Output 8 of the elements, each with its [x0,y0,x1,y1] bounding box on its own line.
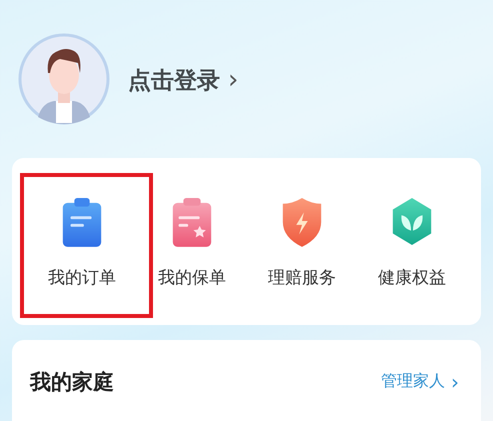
service-item[interactable]: 我的订单 [27,173,137,318]
section-title: 我的家庭 [30,369,114,396]
service-item[interactable]: 理赔服务 [247,173,357,318]
avatar-icon[interactable] [18,33,110,125]
manage-family-link[interactable]: 管理家人 › [381,371,459,392]
service-item[interactable]: 健康权益 [357,173,467,318]
login-link[interactable]: 点击登录 › [128,64,238,96]
service-item[interactable]: 我的保单 [137,173,247,318]
